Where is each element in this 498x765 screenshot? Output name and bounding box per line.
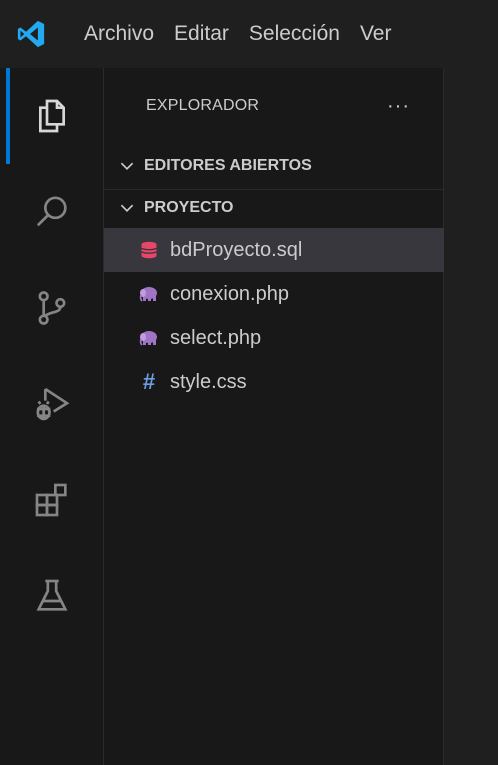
activity-search[interactable] bbox=[0, 164, 104, 260]
editor-area bbox=[444, 68, 498, 765]
activity-explorer[interactable] bbox=[0, 68, 104, 164]
run-debug-icon bbox=[36, 387, 70, 421]
activity-bar bbox=[0, 68, 104, 765]
file-item-conexion-php[interactable]: conexion.php bbox=[104, 272, 444, 316]
chevron-down-icon bbox=[120, 204, 134, 213]
file-name: select.php bbox=[170, 326, 262, 349]
activity-extensions[interactable] bbox=[0, 452, 104, 548]
database-icon bbox=[138, 239, 160, 261]
file-name: bdProyecto.sql bbox=[170, 238, 303, 261]
menu-seleccion[interactable]: Selección bbox=[239, 0, 350, 68]
activity-source-control[interactable] bbox=[0, 260, 104, 356]
testing-icon bbox=[36, 579, 68, 611]
menu-archivo[interactable]: Archivo bbox=[62, 0, 164, 68]
file-item-bdproyecto-sql[interactable]: bdProyecto.sql bbox=[104, 228, 444, 272]
explorer-sidebar: EXPLORADOR ··· EDITORES ABIERTOS PROYECT… bbox=[104, 68, 444, 765]
vscode-window: Archivo Editar Selección Ver EXPLORADOR … bbox=[0, 0, 498, 765]
menu-bar: Archivo Editar Selección Ver bbox=[62, 0, 401, 68]
section-project-label: PROYECTO bbox=[144, 199, 234, 216]
file-name: style.css bbox=[170, 370, 247, 393]
explorer-title: EXPLORADOR bbox=[146, 97, 260, 114]
php-elephant-icon bbox=[138, 327, 160, 349]
extensions-icon bbox=[35, 483, 67, 517]
section-project[interactable]: PROYECTO bbox=[104, 186, 444, 230]
activity-run-debug[interactable] bbox=[0, 356, 104, 452]
vscode-logo-icon bbox=[0, 0, 62, 68]
php-elephant-icon bbox=[138, 283, 160, 305]
menu-editar[interactable]: Editar bbox=[164, 0, 239, 68]
search-icon bbox=[36, 196, 67, 227]
file-item-style-css[interactable]: # style.css bbox=[104, 360, 444, 404]
explorer-icon bbox=[39, 99, 65, 133]
more-actions-button[interactable]: ··· bbox=[387, 95, 410, 118]
title-bar: Archivo Editar Selección Ver bbox=[0, 0, 498, 68]
file-item-select-php[interactable]: select.php bbox=[104, 316, 444, 360]
explorer-header: EXPLORADOR ··· bbox=[104, 68, 444, 144]
css-hash-icon: # bbox=[142, 369, 156, 394]
menu-ver[interactable]: Ver bbox=[350, 0, 402, 68]
source-control-icon bbox=[38, 291, 66, 325]
section-open-editors-label: EDITORES ABIERTOS bbox=[144, 157, 312, 174]
section-open-editors[interactable]: EDITORES ABIERTOS bbox=[104, 144, 444, 188]
chevron-down-icon bbox=[120, 162, 134, 171]
file-name: conexion.php bbox=[170, 282, 289, 305]
activity-testing[interactable] bbox=[0, 548, 104, 644]
